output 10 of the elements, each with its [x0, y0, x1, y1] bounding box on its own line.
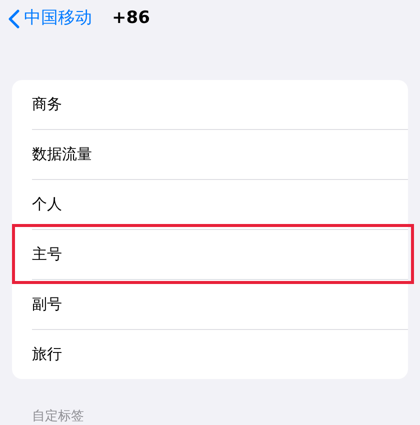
back-chevron-icon — [8, 9, 20, 29]
page-title: +86 — [112, 7, 150, 30]
label-option[interactable]: 主号 — [12, 230, 408, 279]
label-option[interactable]: 旅行 — [12, 330, 408, 379]
label-option[interactable]: 副号 — [12, 280, 408, 329]
back-button[interactable]: 中国移动 — [8, 6, 92, 32]
label-option[interactable]: 数据流量 — [12, 130, 408, 179]
label-option[interactable]: 个人 — [12, 180, 408, 229]
section-header: 自定标签 — [31, 408, 85, 425]
label-option[interactable]: 商务 — [12, 80, 408, 129]
